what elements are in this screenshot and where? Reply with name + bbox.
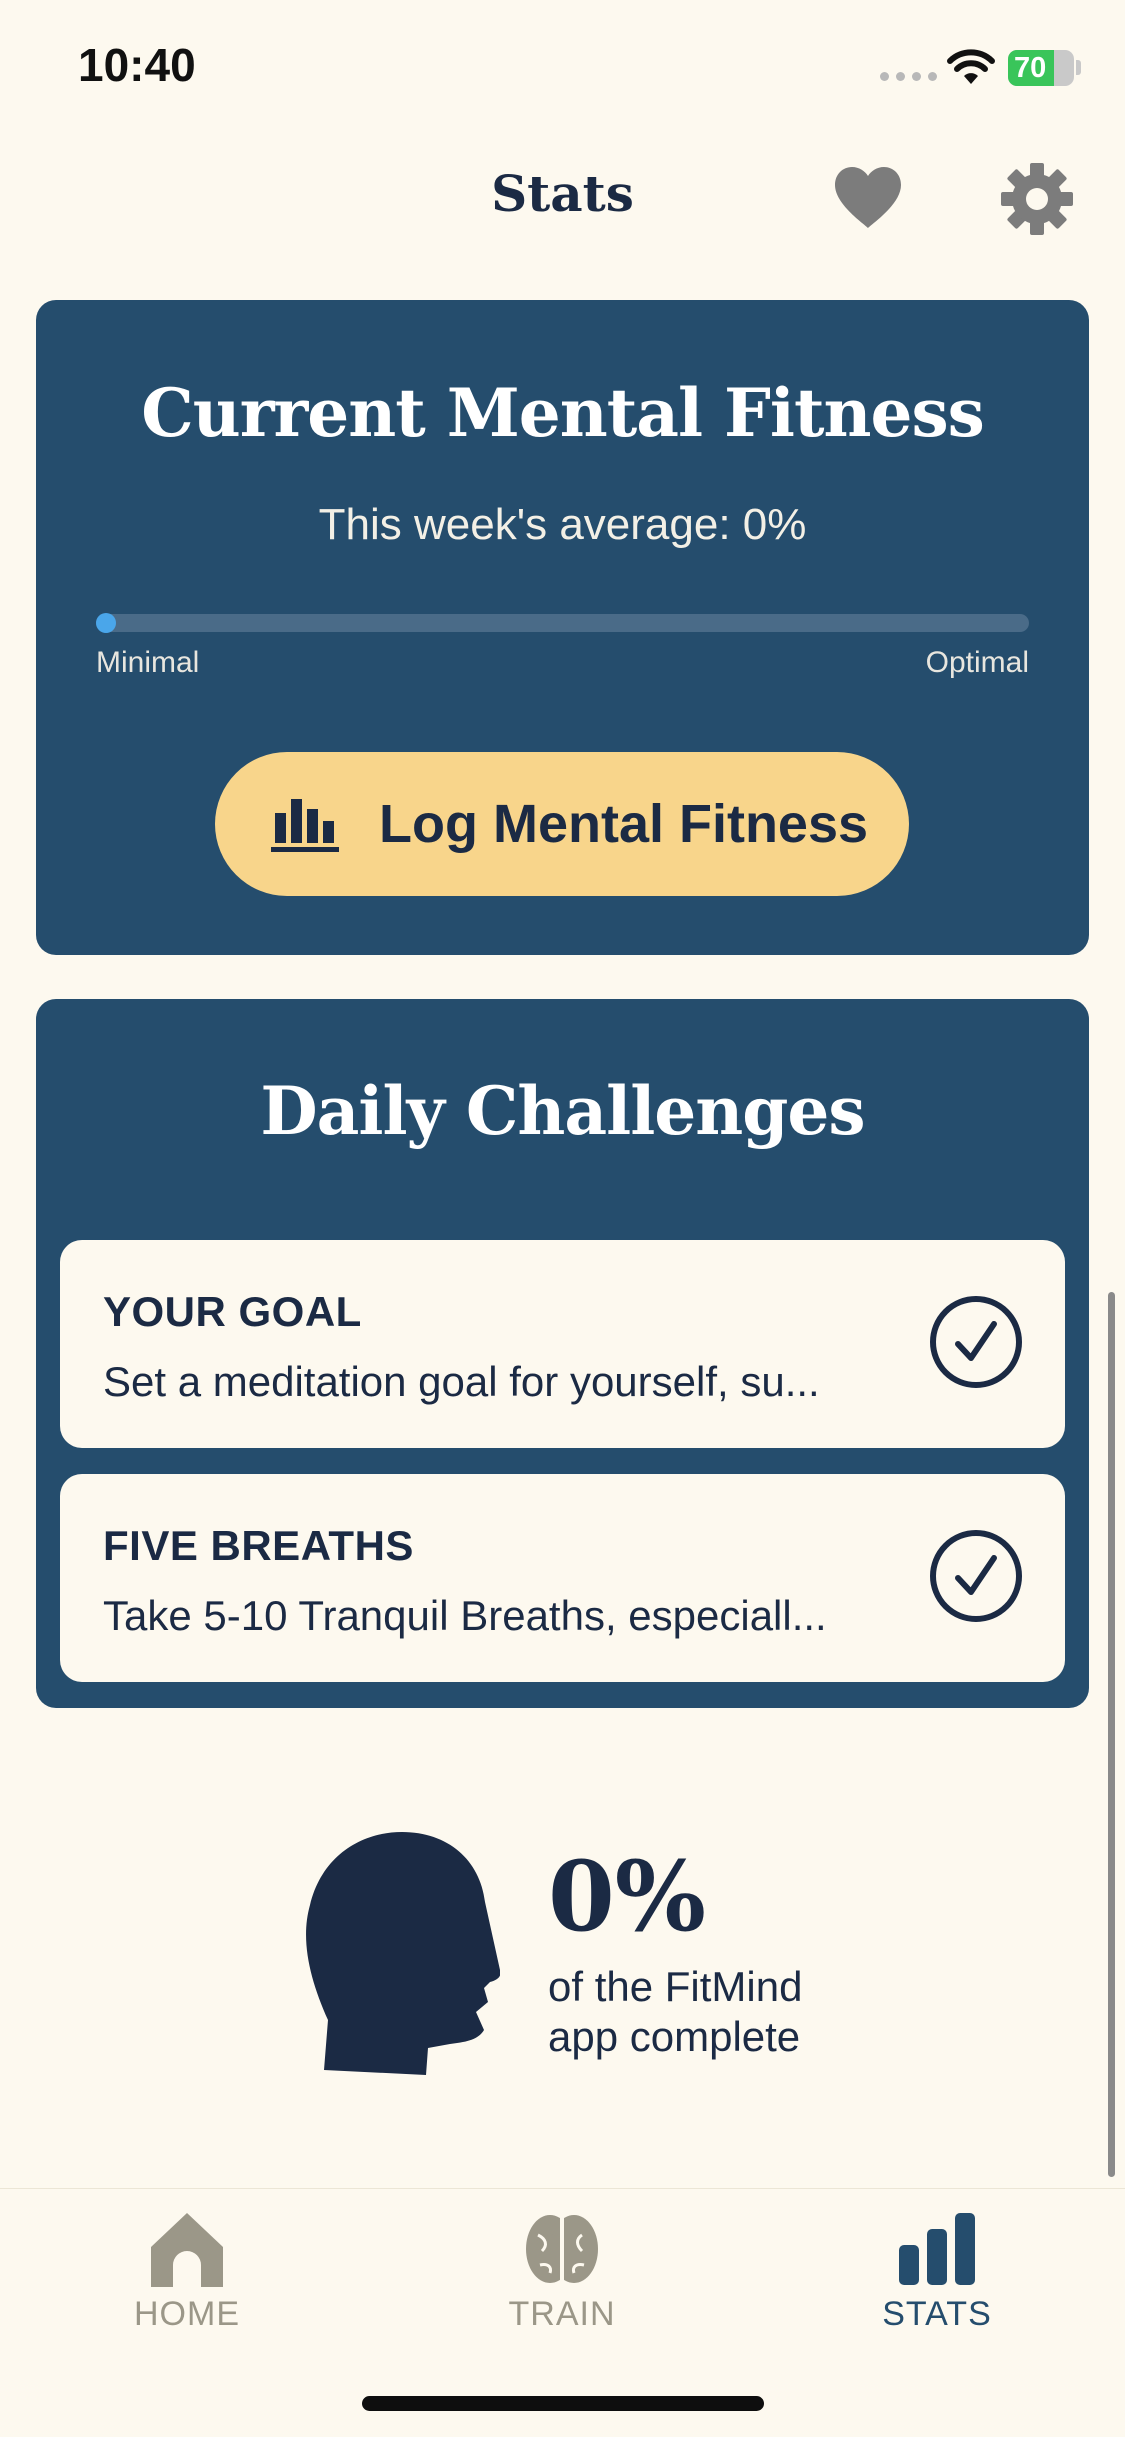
stats-icon xyxy=(899,2213,975,2285)
tab-label: STATS xyxy=(882,2295,992,2333)
battery-percent: 70 xyxy=(1014,52,1047,84)
brain-icon xyxy=(526,2215,598,2283)
challenge-name: YOUR GOAL xyxy=(103,1288,362,1335)
challenge-description: Take 5-10 Tranquil Breaths, especiall... xyxy=(103,1592,827,1639)
mental-fitness-title: Current Mental Fitness xyxy=(141,374,985,452)
caption-line-1: of the FitMind xyxy=(548,1963,803,2010)
challenge-item-five-breaths[interactable]: FIVE BREATHS Take 5-10 Tranquil Breaths,… xyxy=(60,1474,1065,1682)
app-completion-percent: 0% xyxy=(548,1840,707,1953)
home-indicator xyxy=(362,2396,764,2411)
scale-max-label: Optimal xyxy=(925,646,1029,679)
scale-min-label: Minimal xyxy=(96,646,200,679)
status-time: 10:40 xyxy=(78,39,196,91)
page-title: Stats xyxy=(491,164,634,223)
scrollbar[interactable] xyxy=(1108,1292,1115,2177)
heart-icon[interactable] xyxy=(833,166,903,230)
app-completion-caption: of the FitMind app complete xyxy=(548,1962,868,2062)
wifi-icon xyxy=(947,49,995,84)
tab-label: TRAIN xyxy=(508,2295,616,2333)
log-mental-fitness-button[interactable]: Log Mental Fitness xyxy=(215,752,909,896)
bar-chart-icon xyxy=(271,799,339,852)
tab-train[interactable]: TRAIN xyxy=(437,2189,687,2334)
fitness-progress-track xyxy=(96,614,1029,632)
weekly-average-text: This week's average: 0% xyxy=(318,500,807,549)
challenge-description: Set a meditation goal for yourself, su..… xyxy=(103,1358,820,1405)
challenge-name: FIVE BREATHS xyxy=(103,1522,414,1569)
tab-stats[interactable]: STATS xyxy=(812,2189,1062,2334)
check-circle-icon xyxy=(930,1296,1022,1388)
battery-icon: 70 xyxy=(1008,50,1074,86)
tab-label: HOME xyxy=(134,2295,240,2333)
fitness-progress-indicator xyxy=(96,613,116,633)
home-icon xyxy=(151,2213,223,2287)
gear-icon[interactable] xyxy=(1000,162,1074,236)
caption-line-2: app complete xyxy=(548,2013,801,2060)
cellular-signal-icon xyxy=(880,72,937,81)
battery-nub xyxy=(1076,60,1081,75)
check-circle-icon xyxy=(930,1530,1022,1622)
head-icon xyxy=(306,1832,500,2075)
log-mental-fitness-label: Log Mental Fitness xyxy=(379,794,869,854)
tab-home[interactable]: HOME xyxy=(62,2189,312,2334)
daily-challenges-title: Daily Challenges xyxy=(260,1072,865,1150)
challenge-item-your-goal[interactable]: YOUR GOAL Set a meditation goal for your… xyxy=(60,1240,1065,1448)
